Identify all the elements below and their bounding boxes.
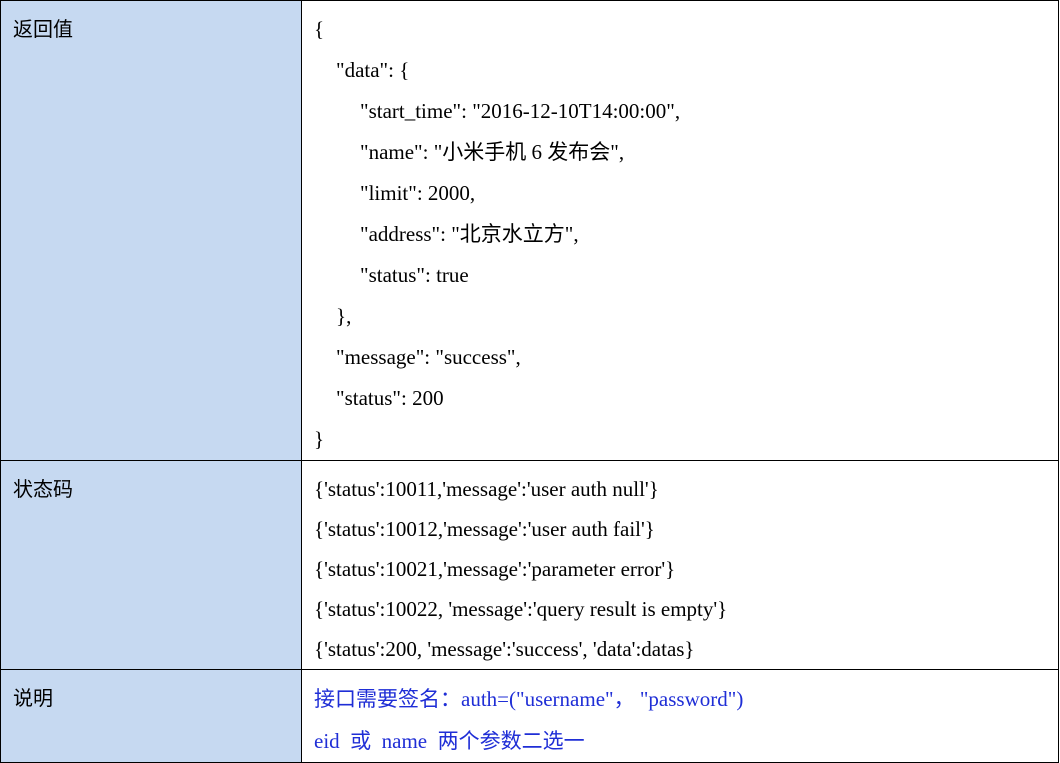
note-line: 接口需要签名：auth=("username"， "password") (314, 687, 744, 711)
json-line: "address": "北京水立方", (360, 222, 579, 246)
json-line: "start_time": "2016-12-10T14:00:00", (360, 99, 681, 123)
label-status-code: 状态码 (13, 477, 73, 501)
json-line: "limit": 2000, (360, 181, 476, 205)
api-spec-table: 返回值 { "data": { "start_time": "2016-12-1… (0, 0, 1059, 763)
row-status-code: 状态码 {'status':10011,'message':'user auth… (0, 460, 1059, 670)
label-cell-status-code: 状态码 (0, 460, 302, 670)
json-line: "status": true (360, 263, 469, 287)
note-line: eid 或 name 两个参数二选一 (314, 729, 585, 753)
row-description: 说明 接口需要签名：auth=("username"， "password") … (0, 669, 1059, 763)
json-line: } (314, 427, 325, 451)
row-return-value: 返回值 { "data": { "start_time": "2016-12-1… (0, 0, 1059, 461)
json-line: "status": 200 (336, 386, 444, 410)
json-line: { (314, 17, 325, 41)
status-code-line: {'status':200, 'message':'success', 'dat… (314, 637, 695, 661)
label-cell-description: 说明 (0, 669, 302, 763)
json-line: "message": "success", (336, 345, 521, 369)
label-description: 说明 (13, 686, 53, 710)
value-cell-return-value: { "data": { "start_time": "2016-12-10T14… (301, 0, 1059, 461)
status-code-line: {'status':10021,'message':'parameter err… (314, 557, 676, 581)
status-code-list: {'status':10011,'message':'user auth nul… (302, 461, 1058, 669)
description-notes: 接口需要签名：auth=("username"， "password") eid… (302, 670, 1058, 762)
label-return-value: 返回值 (13, 17, 73, 41)
json-line: "data": { (336, 58, 410, 82)
return-value-json: { "data": { "start_time": "2016-12-10T14… (302, 1, 1058, 460)
value-cell-description: 接口需要签名：auth=("username"， "password") eid… (301, 669, 1059, 763)
label-cell-return-value: 返回值 (0, 0, 302, 461)
value-cell-status-code: {'status':10011,'message':'user auth nul… (301, 460, 1059, 670)
status-code-line: {'status':10022, 'message':'query result… (314, 597, 728, 621)
json-line: "name": "小米手机 6 发布会", (360, 140, 625, 164)
status-code-line: {'status':10012,'message':'user auth fai… (314, 517, 655, 541)
status-code-line: {'status':10011,'message':'user auth nul… (314, 477, 659, 501)
json-line: }, (336, 304, 352, 328)
